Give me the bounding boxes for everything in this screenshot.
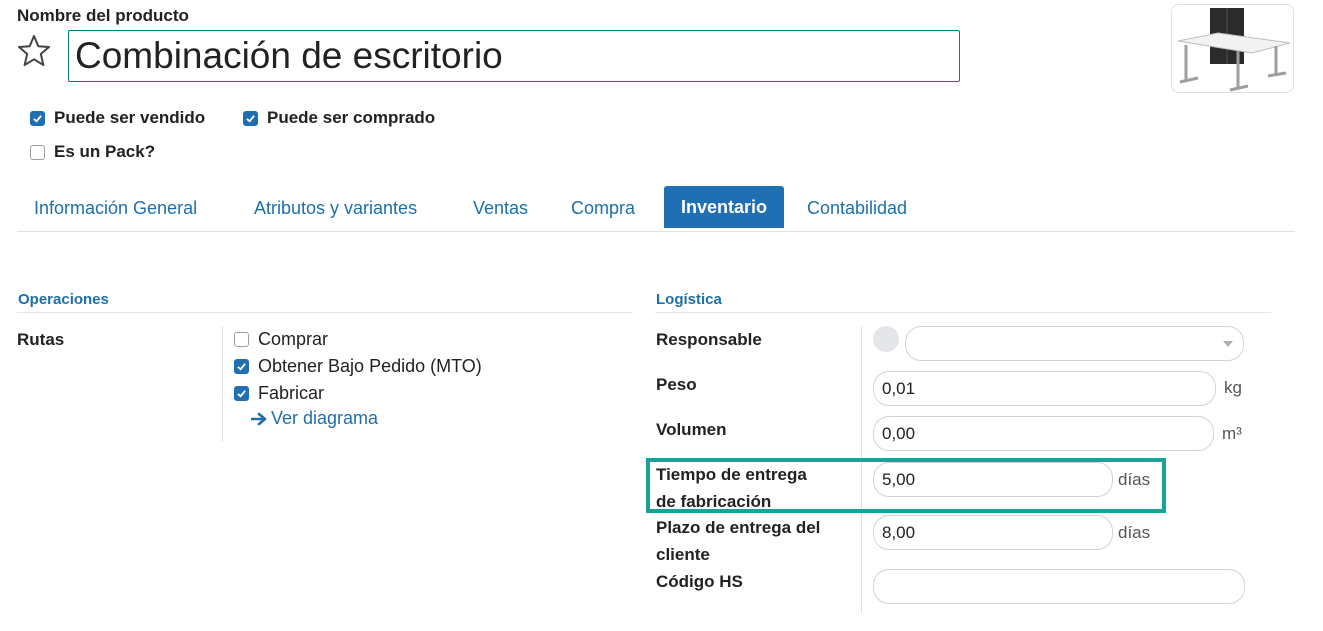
plazo-cliente-label: Plazo de entrega del cliente — [656, 514, 820, 568]
route-label: Comprar — [258, 328, 329, 349]
route-label: Fabricar — [258, 382, 325, 403]
tab-informacion-general[interactable]: Información General — [17, 186, 214, 228]
can-be-purchased-label: Puede ser comprado — [267, 108, 436, 127]
responsable-select[interactable] — [905, 326, 1244, 361]
route-label: Obtener Bajo Pedido (MTO) — [258, 355, 482, 376]
tab-ventas[interactable]: Ventas — [456, 186, 545, 228]
codigo-hs-input[interactable] — [873, 569, 1245, 604]
rutas-divider — [222, 326, 223, 442]
product-name-input[interactable]: Combinación de escritorio — [68, 30, 960, 82]
checkbox-checked-icon[interactable] — [243, 110, 258, 126]
ver-diagrama-link[interactable]: Ver diagrama — [251, 408, 378, 429]
checkbox-unchecked-icon[interactable] — [234, 331, 249, 347]
avatar-placeholder-icon — [873, 326, 899, 352]
checkbox-checked-icon[interactable] — [234, 385, 249, 401]
can-be-sold-checkbox[interactable]: Puede ser vendido — [30, 108, 205, 128]
is-pack-checkbox[interactable]: Es un Pack? — [30, 142, 155, 162]
logistica-separator — [655, 312, 1271, 313]
is-pack-label: Es un Pack? — [54, 142, 156, 161]
product-image[interactable] — [1171, 4, 1294, 93]
volumen-input[interactable]: 0,00 — [873, 416, 1214, 451]
route-comprar[interactable]: Comprar — [234, 326, 482, 352]
routes-list: Comprar Obtener Bajo Pedido (MTO) Fabric… — [234, 326, 482, 406]
checkbox-checked-icon[interactable] — [234, 358, 249, 374]
route-mto[interactable]: Obtener Bajo Pedido (MTO) — [234, 353, 482, 379]
plazo-cliente-label-line2: cliente — [656, 545, 710, 564]
peso-input[interactable]: 0,01 — [873, 371, 1216, 406]
peso-label: Peso — [656, 375, 697, 394]
plazo-cliente-unit: días — [1118, 523, 1151, 542]
codigo-hs-label: Código HS — [656, 572, 743, 591]
rutas-label: Rutas — [17, 330, 65, 349]
logistica-section-title: Logística — [656, 291, 722, 308]
tab-contabilidad[interactable]: Contabilidad — [790, 186, 924, 228]
product-name-label: Nombre del producto — [17, 6, 189, 25]
tab-inventario[interactable]: Inventario — [664, 186, 785, 228]
favorite-star-icon[interactable] — [16, 33, 52, 69]
checkbox-unchecked-icon[interactable] — [30, 144, 45, 160]
volumen-unit: m³ — [1222, 424, 1242, 443]
plazo-cliente-input[interactable]: 8,00 — [873, 515, 1113, 550]
volumen-label: Volumen — [656, 420, 727, 439]
highlight-box — [646, 458, 1166, 513]
route-fabricar[interactable]: Fabricar — [234, 380, 482, 406]
plazo-cliente-label-line1: Plazo de entrega del — [656, 518, 821, 537]
ver-diagrama-label: Ver diagrama — [271, 408, 379, 428]
dropdown-caret-icon — [1223, 341, 1233, 347]
tab-compra[interactable]: Compra — [554, 186, 652, 228]
can-be-sold-label: Puede ser vendido — [54, 108, 206, 127]
checkbox-checked-icon[interactable] — [30, 110, 45, 126]
tab-atributos-variantes[interactable]: Atributos y variantes — [237, 186, 434, 228]
can-be-purchased-checkbox[interactable]: Puede ser comprado — [243, 108, 435, 128]
tab-bar: Información General Atributos y variante… — [17, 186, 1295, 232]
operaciones-section-title: Operaciones — [18, 291, 109, 308]
responsable-label: Responsable — [656, 330, 762, 349]
operaciones-separator — [17, 312, 633, 313]
arrow-right-icon — [251, 412, 267, 425]
peso-unit: kg — [1224, 378, 1242, 397]
